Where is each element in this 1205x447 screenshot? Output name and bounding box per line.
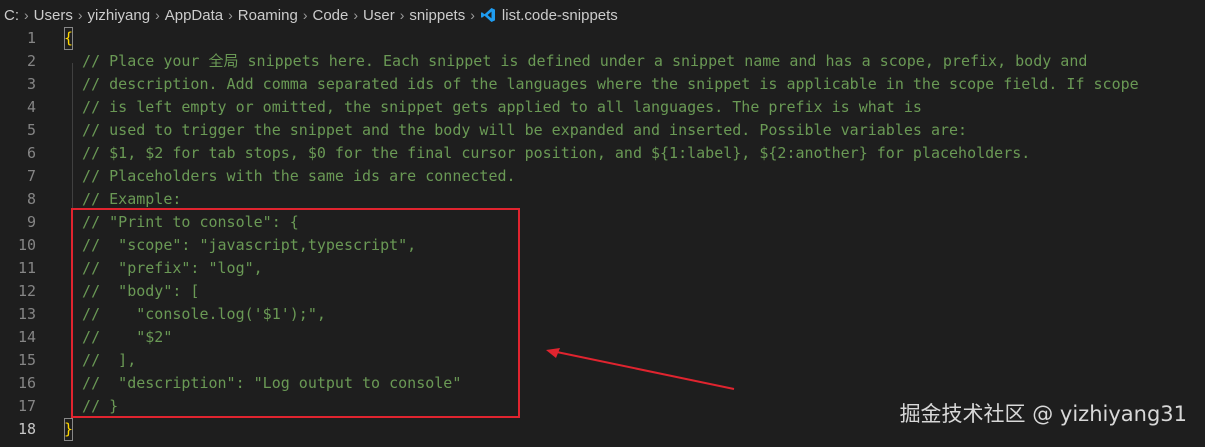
chevron-right-icon: › — [353, 7, 359, 23]
line-number: 1 — [26, 29, 36, 47]
breadcrumb-item[interactable]: snippets — [409, 7, 465, 24]
code-line[interactable]: 1{ — [0, 27, 1205, 50]
breadcrumb-item[interactable]: Users — [34, 7, 73, 24]
line-number: 12 — [17, 282, 36, 300]
chevron-right-icon: › — [399, 7, 405, 23]
line-number: 7 — [26, 167, 36, 185]
breadcrumb-item[interactable]: C: — [4, 7, 19, 24]
line-number: 5 — [26, 121, 36, 139]
chevron-right-icon: › — [24, 7, 29, 23]
comment-text: // Place your 全局 snippets here. Each sni… — [64, 52, 1088, 70]
brace-text: { — [64, 27, 74, 50]
breadcrumb-item[interactable]: yizhiyang — [88, 7, 151, 24]
chevron-right-icon: › — [228, 7, 233, 23]
comment-text: // $1, $2 for tab stops, $0 for the fina… — [64, 144, 1031, 162]
annotation-arrow-icon — [546, 348, 735, 390]
breadcrumb-item[interactable]: AppData — [165, 7, 223, 24]
breadcrumb-file[interactable]: list.code-snippets — [502, 7, 618, 24]
line-number: 10 — [17, 236, 36, 254]
comment-text: // used to trigger the snippet and the b… — [64, 121, 968, 139]
chevron-right-icon: › — [470, 7, 475, 23]
breadcrumb-item[interactable]: Roaming — [238, 7, 298, 24]
chevron-right-icon: › — [302, 7, 308, 23]
line-number: 18 — [17, 420, 36, 438]
comment-text: // Placeholders with the same ids are co… — [64, 167, 516, 185]
vscode-file-icon — [480, 8, 495, 22]
line-number: 4 — [26, 98, 36, 116]
comment-text: // is left empty or omitted, the snippet… — [64, 98, 922, 116]
line-number: 2 — [26, 52, 36, 70]
line-number: 15 — [17, 351, 36, 369]
line-number: 8 — [26, 190, 36, 208]
chevron-right-icon: › — [155, 7, 160, 23]
line-number: 16 — [17, 374, 36, 392]
brace-text: } — [64, 418, 74, 441]
line-number: 13 — [17, 305, 36, 323]
line-number: 14 — [17, 328, 36, 346]
breadcrumb-item[interactable]: User — [363, 7, 395, 24]
line-number: 9 — [26, 213, 36, 231]
breadcrumb: C: › Users › yizhiyang › AppData › Roaming › Code ›… — [0, 0, 1205, 30]
line-number: 17 — [17, 397, 36, 415]
code-line[interactable]: 4 // is left empty or omitted, the snipp… — [0, 96, 1205, 119]
comment-text: // description. Add comma separated ids … — [64, 75, 1139, 93]
code-line[interactable]: 7 // Placeholders with the same ids are … — [0, 165, 1205, 188]
code-line[interactable]: 2 // Place your 全局 snippets here. Each s… — [0, 50, 1205, 73]
breadcrumb-item[interactable]: Code — [312, 7, 348, 24]
line-number: 3 — [26, 75, 36, 93]
watermark: 掘金技术社区 @ yizhiyang31 — [899, 402, 1187, 426]
line-number: 6 — [26, 144, 36, 162]
code-line[interactable]: 6 // $1, $2 for tab stops, $0 for the fi… — [0, 142, 1205, 165]
code-line[interactable]: 3 // description. Add comma separated id… — [0, 73, 1205, 96]
line-number: 11 — [17, 259, 36, 277]
chevron-right-icon: › — [77, 7, 83, 23]
annotation-highlight-box — [71, 208, 520, 418]
code-line[interactable]: 5 // used to trigger the snippet and the… — [0, 119, 1205, 142]
